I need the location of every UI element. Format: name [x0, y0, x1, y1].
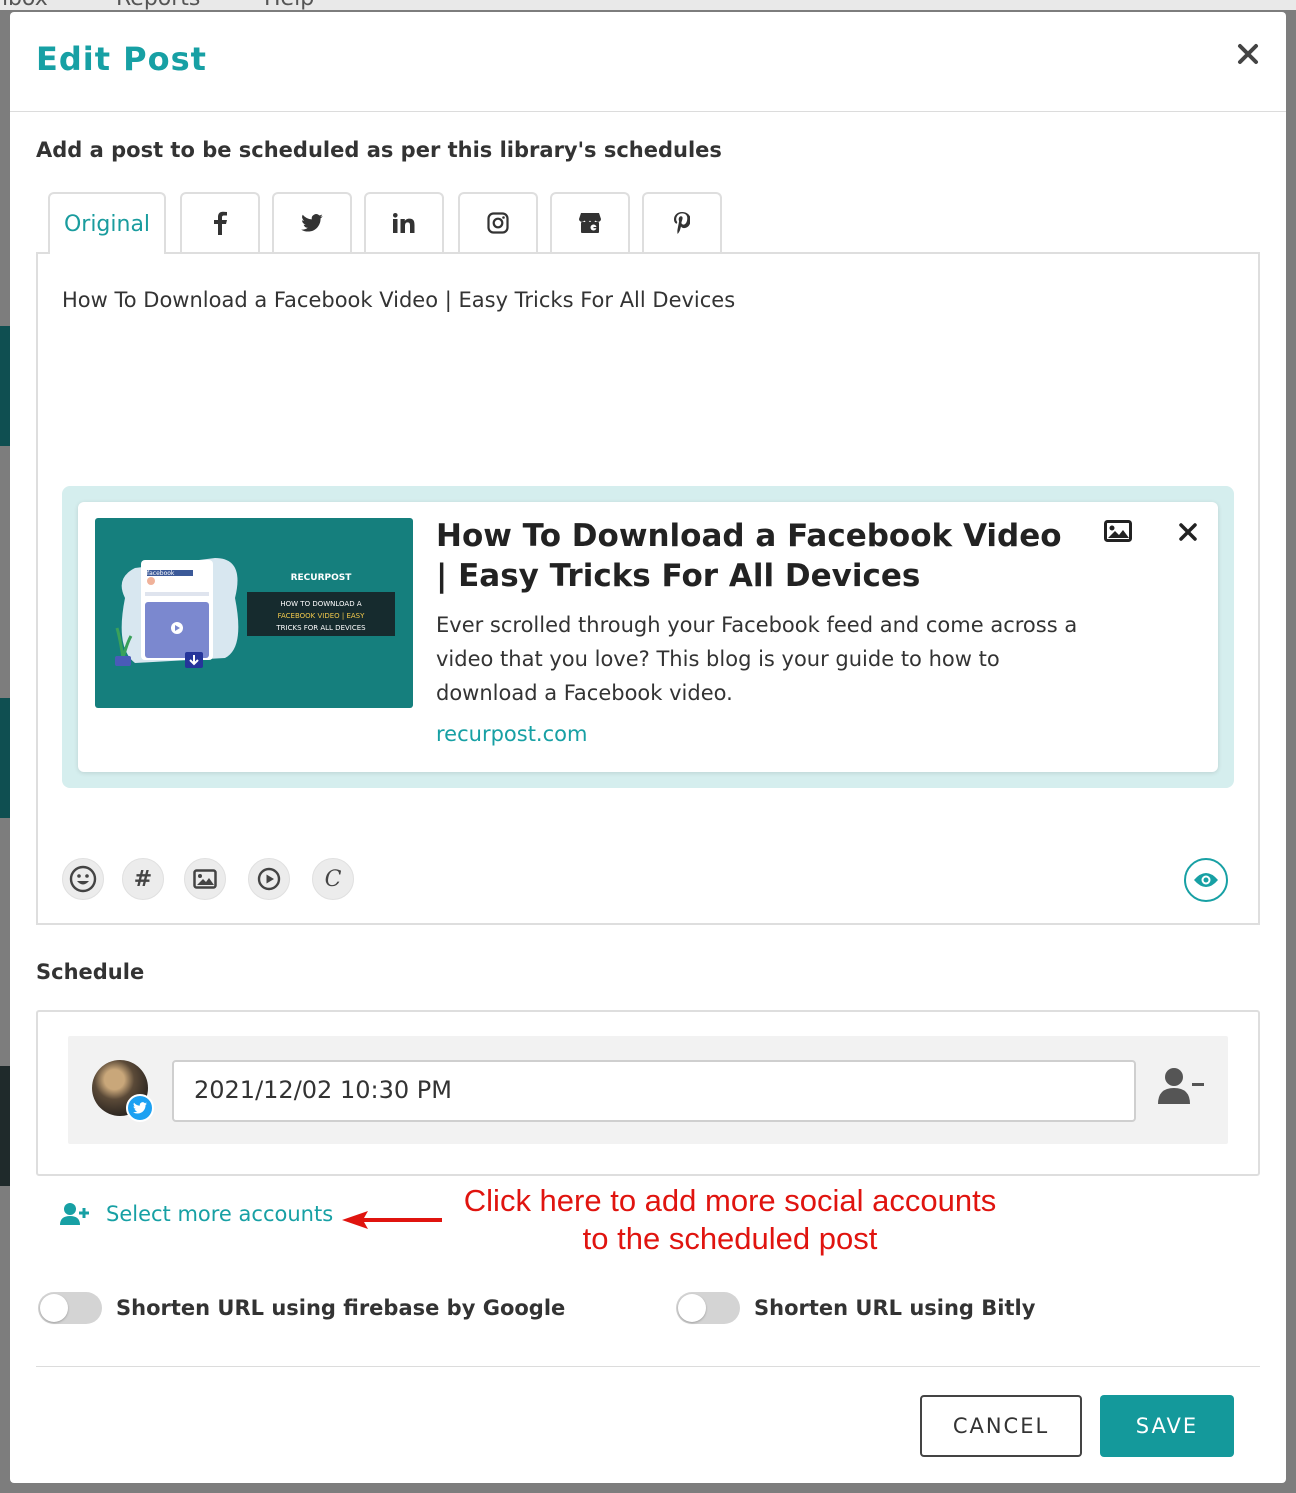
tab-linkedin[interactable] — [364, 192, 444, 252]
emoji-icon — [69, 865, 97, 893]
background-nav: nbox Reports Help — [0, 0, 1296, 11]
tab-instagram[interactable] — [458, 192, 538, 252]
modal-title: Edit Post — [36, 40, 207, 78]
bg-nav-item: Reports — [116, 0, 200, 11]
linkedin-icon — [393, 213, 415, 233]
annotation-arrow-icon — [342, 1211, 442, 1229]
instagram-icon — [487, 212, 509, 234]
bg-nav-item: nbox — [0, 0, 48, 11]
bitly-shorten-row: Shorten URL using Bitly — [676, 1292, 1035, 1324]
schedule-heading: Schedule — [36, 960, 145, 984]
select-more-accounts-label: Select more accounts — [106, 1202, 334, 1226]
thumb-line2: FACEBOOK VIDEO | EASY — [278, 612, 366, 620]
thumb-brand: RECURPOST — [291, 573, 353, 583]
image-icon — [193, 869, 217, 889]
annotation-callout: Click here to add more social accounts t… — [440, 1182, 1020, 1258]
google-business-icon — [579, 213, 601, 233]
hashtag-icon: # — [133, 866, 153, 892]
preview-button[interactable] — [1184, 858, 1228, 902]
video-button[interactable] — [248, 858, 290, 900]
change-image-icon[interactable] — [1104, 520, 1132, 546]
link-preview-card: facebook RECURPOST HOW TO DOWNLOAD A FAC… — [78, 502, 1218, 772]
pinterest-icon — [674, 212, 690, 234]
link-preview-container: facebook RECURPOST HOW TO DOWNLOAD A FAC… — [62, 486, 1234, 788]
remove-preview-icon[interactable] — [1176, 520, 1200, 548]
post-editor[interactable]: How To Download a Facebook Video | Easy … — [36, 252, 1260, 925]
video-icon — [257, 867, 281, 891]
firebase-shorten-row: Shorten URL using firebase by Google — [38, 1292, 565, 1324]
twitter-icon — [301, 214, 323, 232]
schedule-row: 2021/12/02 10:30 PM — [68, 1036, 1228, 1144]
link-preview-title: How To Download a Facebook Video | Easy … — [436, 518, 1062, 594]
cancel-button[interactable]: CANCEL — [920, 1395, 1082, 1457]
tab-facebook[interactable] — [180, 192, 260, 252]
select-more-accounts-link[interactable]: Select more accounts — [60, 1202, 333, 1226]
post-text[interactable]: How To Download a Facebook Video | Easy … — [62, 288, 735, 312]
bg-thumbnail — [0, 698, 10, 818]
bg-thumbnail — [0, 1066, 10, 1186]
bitly-shorten-toggle[interactable] — [676, 1292, 740, 1324]
image-button[interactable] — [184, 858, 226, 900]
link-preview-domain[interactable]: recurpost.com — [436, 722, 587, 746]
close-icon[interactable] — [1234, 40, 1262, 68]
annotation-line-1: Click here to add more social accounts — [463, 1183, 997, 1218]
tab-twitter[interactable] — [272, 192, 352, 252]
modal-subtitle: Add a post to be scheduled as per this l… — [36, 138, 722, 162]
schedule-datetime-input[interactable]: 2021/12/02 10:30 PM — [172, 1060, 1136, 1122]
eye-icon — [1194, 873, 1218, 887]
facebook-icon — [214, 211, 227, 235]
bitly-shorten-label: Shorten URL using Bitly — [754, 1296, 1036, 1320]
bg-thumbnail — [0, 326, 10, 446]
bg-nav-item: Help — [264, 0, 314, 11]
footer-divider — [36, 1366, 1260, 1367]
thumb-line3: TRICKS FOR ALL DEVICES — [275, 624, 366, 632]
firebase-shorten-label: Shorten URL using firebase by Google — [116, 1296, 566, 1320]
remove-account-icon[interactable] — [1158, 1066, 1204, 1110]
annotation-line-2: to the scheduled post — [582, 1221, 878, 1256]
schedule-box: 2021/12/02 10:30 PM — [36, 1010, 1260, 1176]
canva-icon: C — [324, 866, 342, 892]
hashtag-button[interactable]: # — [122, 858, 164, 900]
edit-post-modal: Edit Post Add a post to be scheduled as … — [10, 12, 1286, 1483]
firebase-shorten-toggle[interactable] — [38, 1292, 102, 1324]
link-preview-description: Ever scrolled through your Facebook feed… — [436, 613, 1078, 705]
tab-google-business[interactable] — [550, 192, 630, 252]
link-preview-thumbnail: facebook RECURPOST HOW TO DOWNLOAD A FAC… — [95, 518, 413, 708]
tab-pinterest[interactable] — [642, 192, 722, 252]
thumb-line1: HOW TO DOWNLOAD A — [280, 600, 361, 608]
emoji-button[interactable] — [62, 858, 104, 900]
tab-original[interactable]: Original — [48, 192, 166, 254]
thumb-fb-label: facebook — [147, 570, 175, 577]
tab-original-label: Original — [63, 211, 151, 237]
add-user-icon — [60, 1203, 89, 1225]
save-button[interactable]: SAVE — [1100, 1395, 1234, 1457]
modal-header: Edit Post — [10, 12, 1286, 112]
canva-button[interactable]: C — [312, 858, 354, 900]
twitter-badge-icon — [126, 1094, 154, 1122]
